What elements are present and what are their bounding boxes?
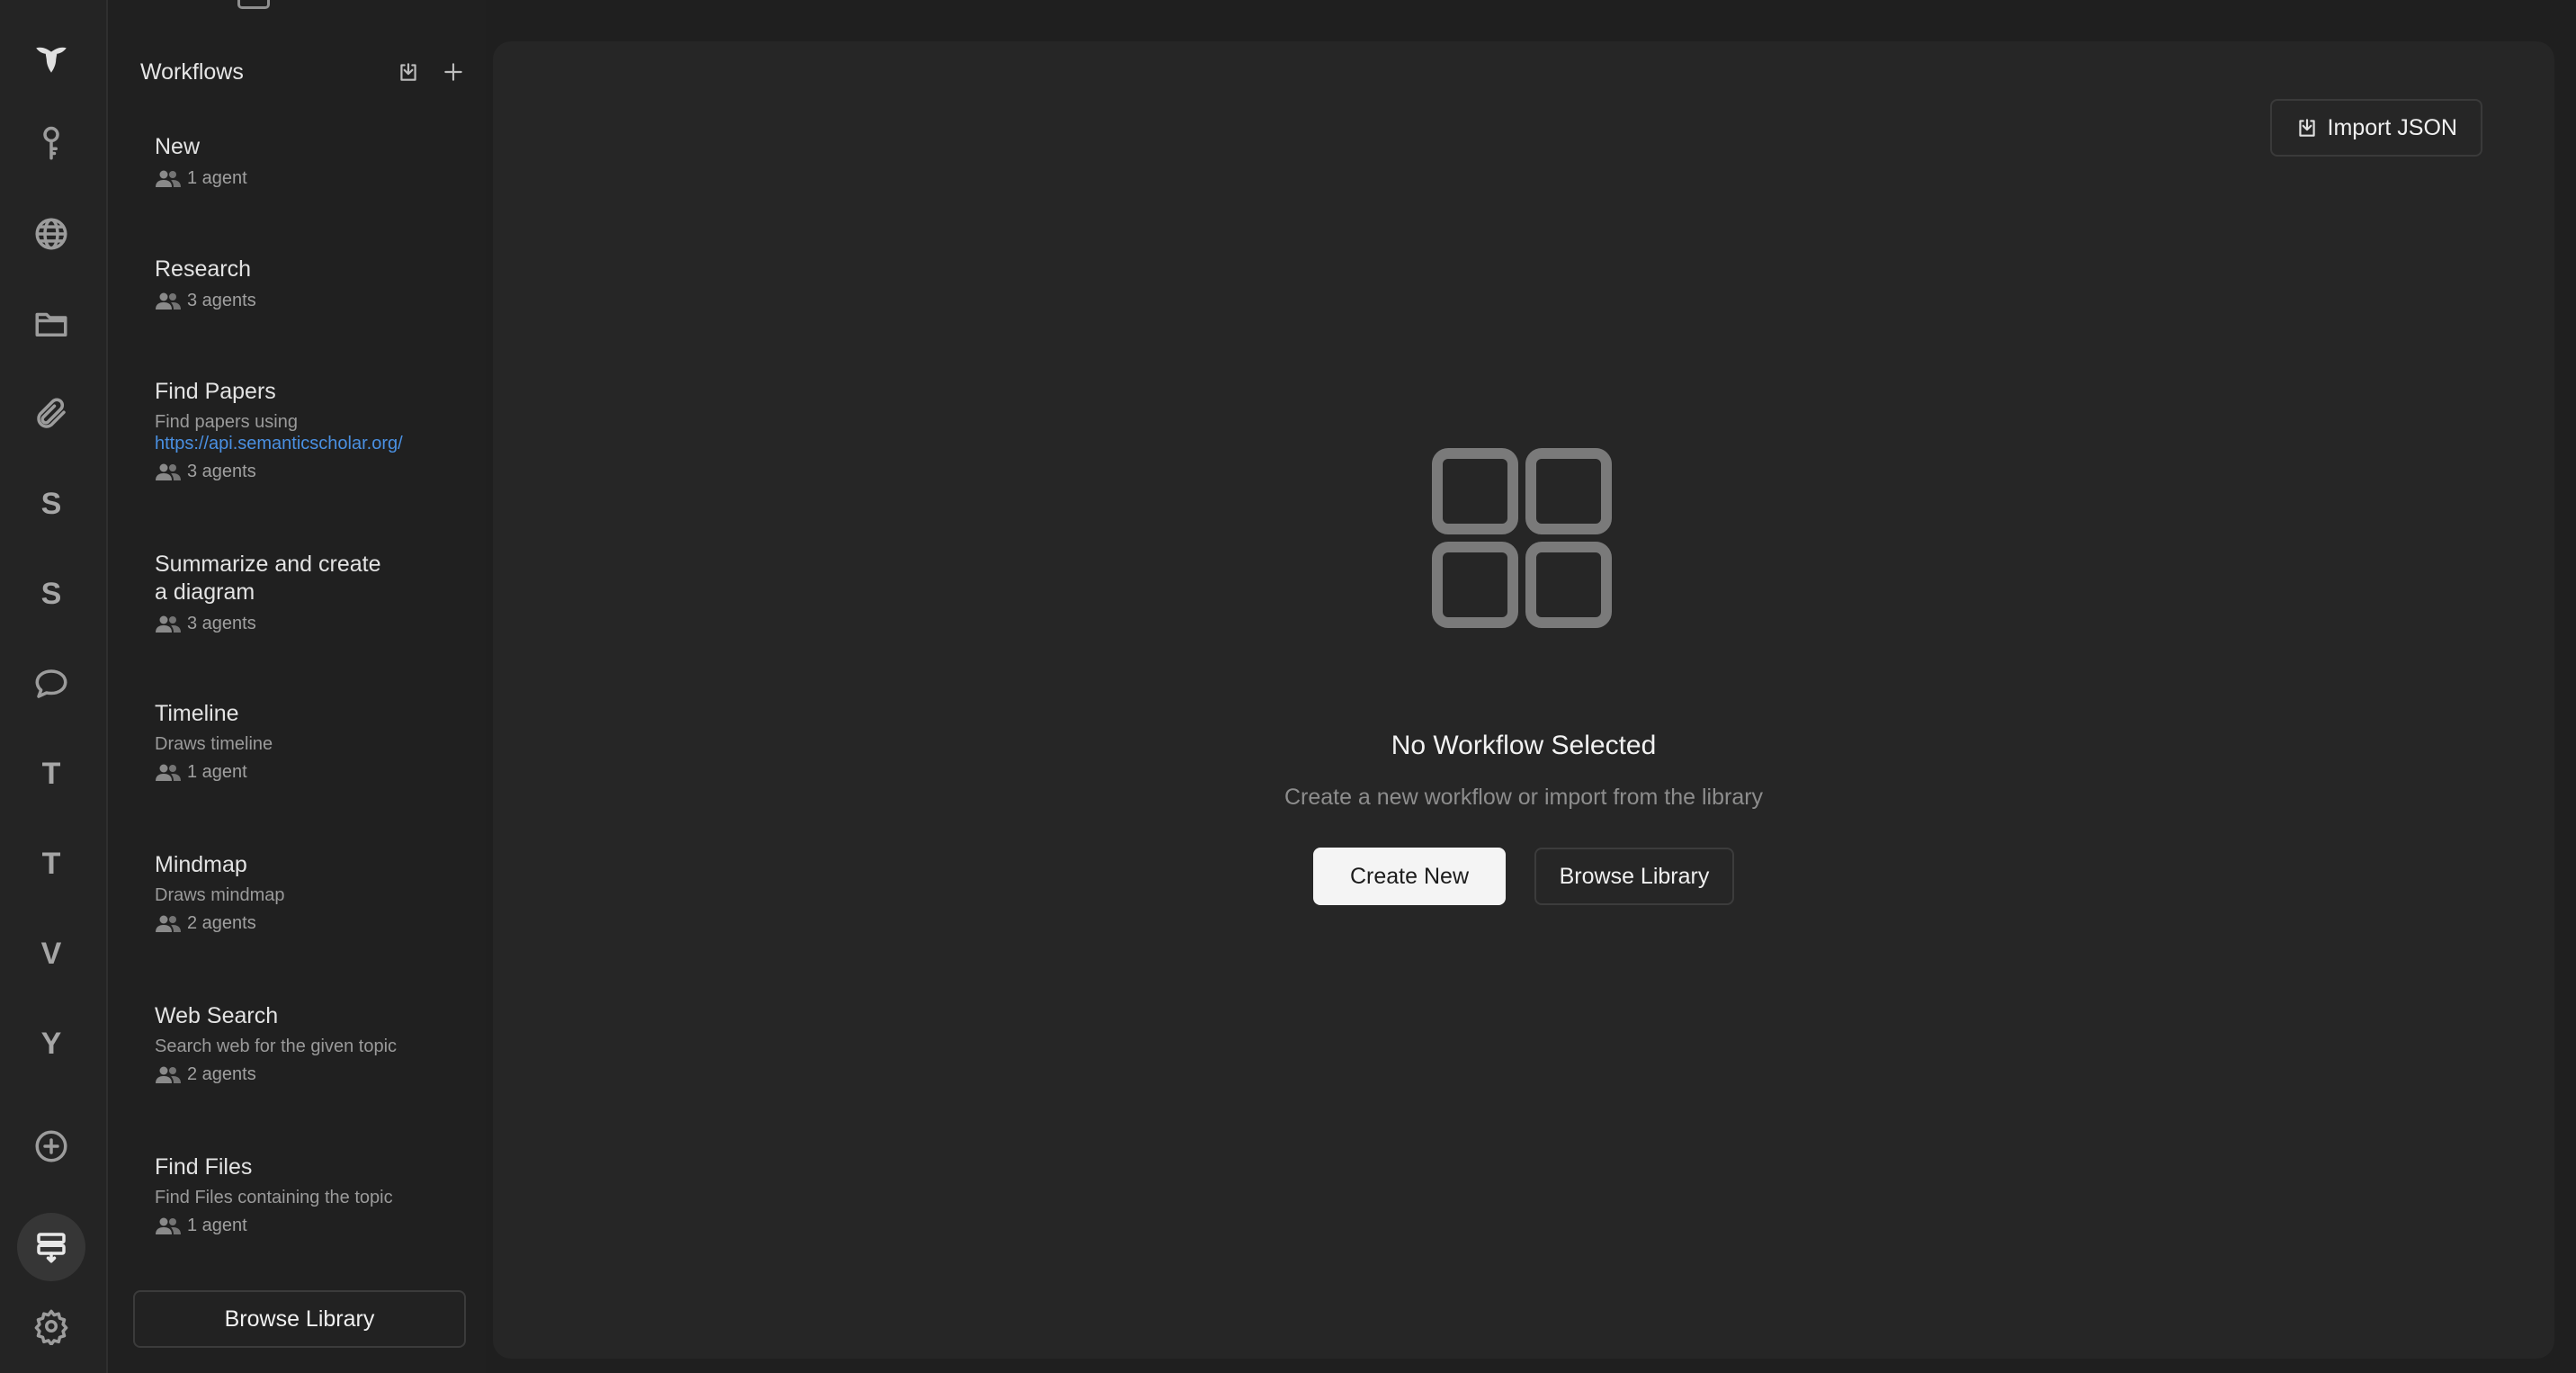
workflow-description: Draws mindmap <box>155 885 285 905</box>
workflows-icon[interactable] <box>17 1213 85 1281</box>
rail-letter-t-1[interactable]: T <box>17 740 85 808</box>
workflow-name: Research <box>155 256 251 282</box>
rail-letter: S <box>40 486 62 521</box>
add-circle-icon[interactable] <box>17 1112 85 1180</box>
workflow-name: Web Search <box>155 1003 279 1028</box>
browse-library-button[interactable]: Browse Library <box>133 1290 466 1348</box>
users-icon <box>156 170 181 187</box>
workflow-agents: 1 agent <box>155 762 479 783</box>
workflow-agents: 3 agents <box>155 614 479 634</box>
add-workflow-icon[interactable] <box>439 58 468 86</box>
workflow-item[interactable]: Summarize and create a diagram 3 agents <box>155 551 479 634</box>
workflow-agents: 2 agents <box>155 913 479 934</box>
users-icon <box>156 463 181 480</box>
workflow-description: Search web for the given topic <box>155 1036 398 1056</box>
rail-letter: Y <box>40 1026 62 1061</box>
rail-letter: T <box>41 846 61 881</box>
import-workflow-icon[interactable] <box>394 58 423 86</box>
workflow-description: Draws timeline <box>155 734 273 754</box>
import-json-label: Import JSON <box>2327 114 2457 140</box>
import-icon <box>2298 119 2315 137</box>
rail-letter-s-1[interactable]: S <box>17 470 85 538</box>
empty-state-actions: Create New Browse Library <box>493 848 2554 905</box>
workflow-name: Mindmap <box>155 852 247 877</box>
folder-icon[interactable] <box>17 290 85 358</box>
workflow-item[interactable]: New 1 agent <box>155 133 479 189</box>
rail-letter-t-2[interactable]: T <box>17 830 85 898</box>
workflow-agents: 1 agent <box>155 1216 479 1236</box>
users-icon <box>156 1066 181 1083</box>
rail-letter-s-2[interactable]: S <box>17 560 85 628</box>
rail-letter-y[interactable]: Y <box>17 1010 85 1078</box>
agent-count: 3 agents <box>187 614 256 633</box>
agent-count: 1 agent <box>187 762 247 782</box>
paperclip-icon[interactable] <box>17 380 85 448</box>
agent-count: 1 agent <box>187 1216 247 1235</box>
browse-library-main-button[interactable]: Browse Library <box>1534 848 1734 905</box>
grid-icon <box>1432 448 1612 628</box>
sidebar-header: Workflows <box>140 56 468 88</box>
workflow-item[interactable]: Find Files Find Files containing the top… <box>155 1153 479 1236</box>
users-icon <box>156 1217 181 1234</box>
sidebar-title: Workflows <box>140 58 244 85</box>
rail-letter: T <box>41 756 61 791</box>
workflow-item[interactable]: Web Search Search web for the given topi… <box>155 1002 479 1085</box>
empty-state-title: No Workflow Selected <box>1391 731 1657 760</box>
chat-bubble-icon[interactable] <box>17 650 85 718</box>
rail-letter: V <box>40 936 62 971</box>
empty-state-subtitle: Create a new workflow or import from the… <box>1284 785 1764 810</box>
workflow-name: Summarize and create a diagram <box>155 552 381 605</box>
workflow-description: Find Files containing the topic <box>155 1188 393 1207</box>
key-icon[interactable] <box>17 110 85 178</box>
app-logo-icon[interactable] <box>17 25 85 94</box>
semantic-scholar-link[interactable]: https://api.semanticscholar.org/ <box>155 434 403 453</box>
users-icon <box>156 764 181 781</box>
settings-gear-icon[interactable] <box>17 1292 85 1360</box>
agent-count: 1 agent <box>187 168 247 188</box>
users-icon <box>156 615 181 633</box>
workflow-item[interactable]: Research 3 agents <box>155 256 479 311</box>
agent-count: 3 agents <box>187 291 256 310</box>
agent-count: 3 agents <box>187 462 256 481</box>
workflow-name: Timeline <box>155 701 239 726</box>
workflow-name: Find Files <box>155 1154 253 1180</box>
sidebar-toggle-icon[interactable] <box>237 0 270 9</box>
users-icon <box>156 292 181 310</box>
workflows-sidebar: Workflows New 1 agent Research 3 agents … <box>108 0 486 1373</box>
agent-count: 2 agents <box>187 913 256 933</box>
create-new-button[interactable]: Create New <box>1313 848 1506 905</box>
rail-letter-v[interactable]: V <box>17 920 85 988</box>
workflow-agents: 3 agents <box>155 291 479 311</box>
workflow-name: Find Papers <box>155 379 276 404</box>
main-panel: Import JSON No Workflow Selected Create … <box>493 41 2554 1359</box>
icon-rail: S S T T V Y <box>0 0 108 1373</box>
workflow-agents: 1 agent <box>155 168 479 189</box>
users-icon <box>156 915 181 932</box>
workflow-agents: 2 agents <box>155 1064 479 1085</box>
description-text: Find papers using <box>155 412 298 432</box>
workflow-agents: 3 agents <box>155 462 479 482</box>
globe-icon[interactable] <box>17 200 85 268</box>
rail-letter: S <box>40 576 62 611</box>
workflow-item[interactable]: Mindmap Draws mindmap 2 agents <box>155 851 479 934</box>
agent-count: 2 agents <box>187 1064 256 1084</box>
workflow-item[interactable]: Find Papers Find papers using https://ap… <box>155 378 479 482</box>
workflow-description: Find papers using https://api.semanticsc… <box>155 411 403 454</box>
workflow-item[interactable]: Timeline Draws timeline 1 agent <box>155 700 479 783</box>
workflow-name: New <box>155 134 201 159</box>
import-json-button[interactable]: Import JSON <box>2269 99 2482 157</box>
